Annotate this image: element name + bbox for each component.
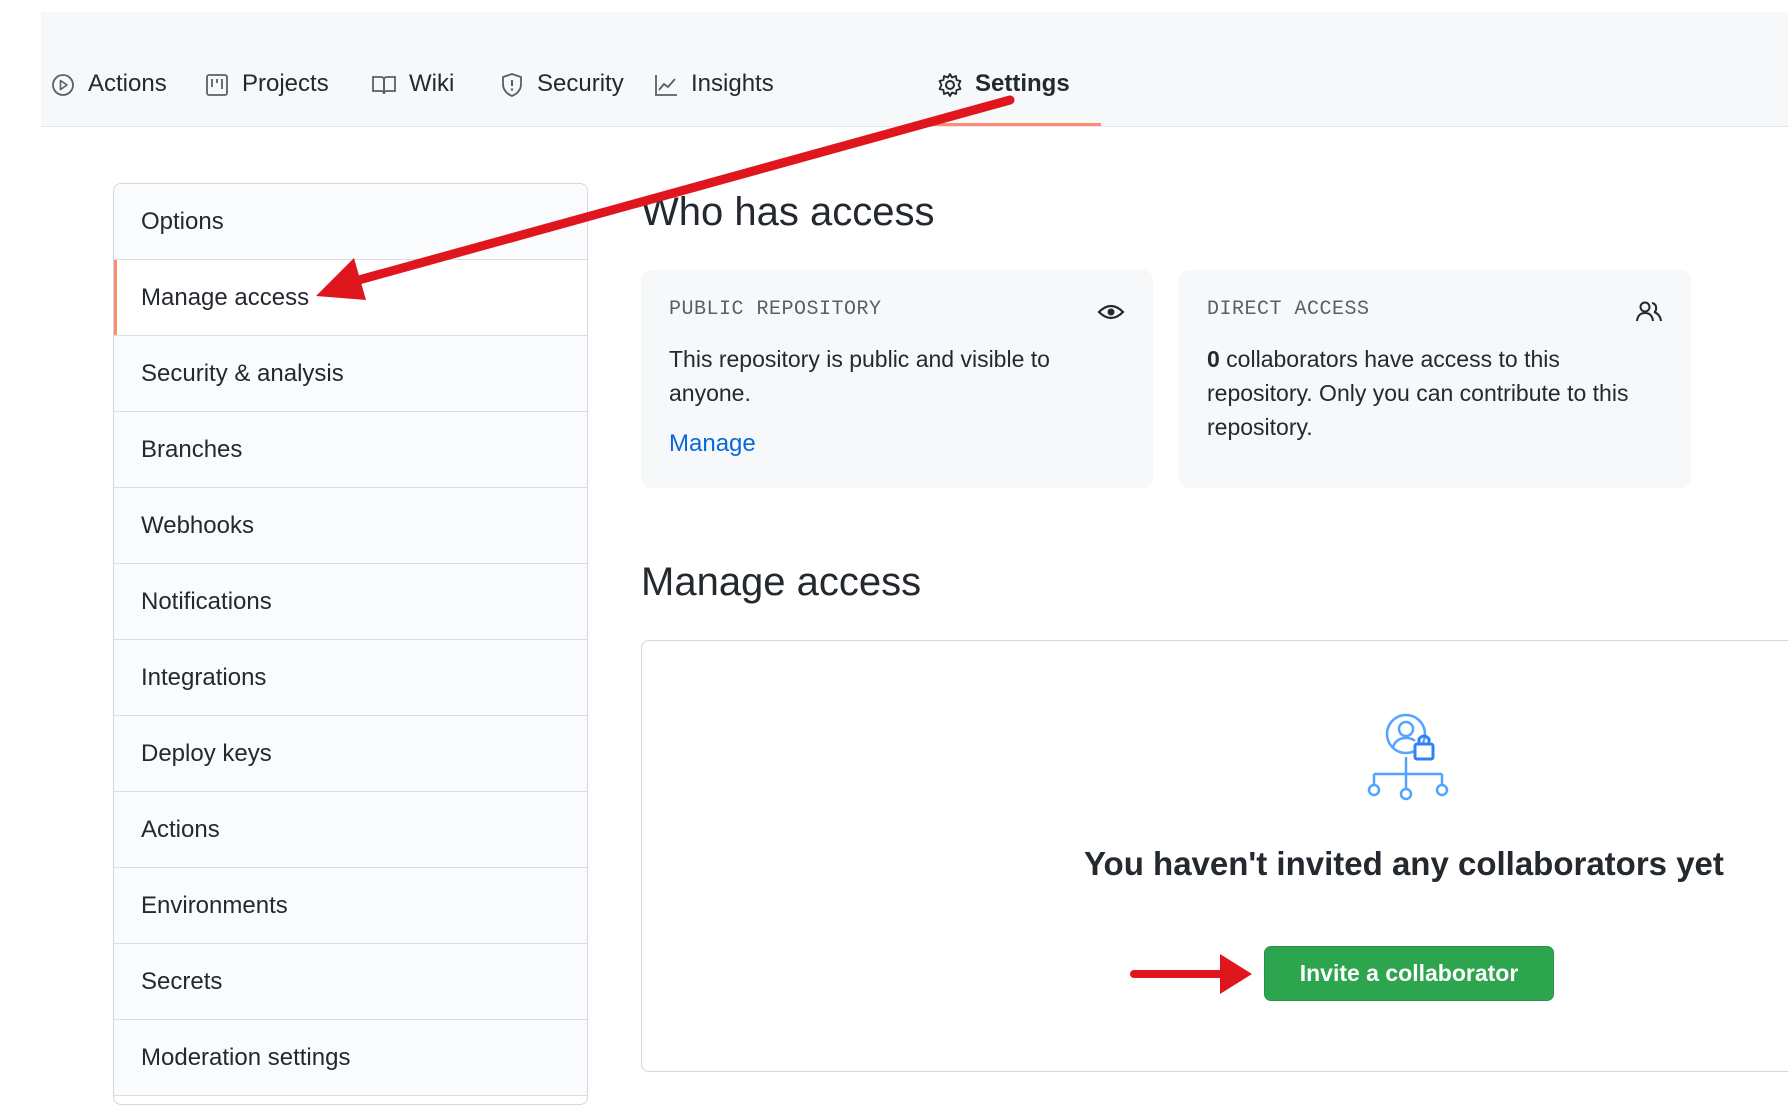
- sidebar-item-environments[interactable]: Environments: [114, 868, 587, 944]
- tab-security[interactable]: Security: [499, 70, 624, 126]
- play-icon: [50, 72, 76, 98]
- tab-settings[interactable]: Settings: [937, 70, 1070, 126]
- sidebar-item-security-analysis[interactable]: Security & analysis: [114, 336, 587, 412]
- tab-label: Insights: [691, 70, 774, 97]
- sidebar-item-branches[interactable]: Branches: [114, 412, 587, 488]
- sidebar-item-integrations[interactable]: Integrations: [114, 640, 587, 716]
- sidebar-item-secrets[interactable]: Secrets: [114, 944, 587, 1020]
- sidebar-item-manage-access[interactable]: Manage access: [114, 260, 587, 336]
- manage-access-heading: Manage access: [641, 560, 922, 604]
- sidebar-item-actions[interactable]: Actions: [114, 792, 587, 868]
- tab-wiki[interactable]: Wiki: [371, 70, 454, 126]
- invite-collaborator-button[interactable]: Invite a collaborator: [1264, 946, 1554, 1001]
- selected-tab-underline: [911, 123, 1101, 126]
- collaborator-lock-icon: [1364, 712, 1454, 802]
- tab-label: Actions: [88, 70, 167, 97]
- public-repository-card: PUBLIC REPOSITORY This repository is pub…: [641, 270, 1153, 488]
- project-icon: [204, 72, 230, 98]
- card-label: PUBLIC REPOSITORY: [669, 298, 882, 321]
- card-text: This repository is public and visible to…: [669, 346, 1050, 406]
- manage-visibility-link[interactable]: Manage: [669, 430, 756, 458]
- direct-access-card: DIRECT ACCESS 0 collaborators have acces…: [1179, 270, 1691, 488]
- people-icon: [1635, 298, 1663, 326]
- tab-projects[interactable]: Projects: [204, 70, 329, 126]
- collaborator-count: 0: [1207, 346, 1220, 372]
- sidebar-item-notifications[interactable]: Notifications: [114, 564, 587, 640]
- sidebar-item-moderation-settings[interactable]: Moderation settings: [114, 1020, 587, 1096]
- tab-label: Settings: [975, 70, 1070, 97]
- empty-state-title: You haven't invited any collaborators ye…: [1084, 845, 1724, 882]
- tab-label: Security: [537, 70, 624, 97]
- graph-icon: [653, 72, 679, 98]
- sidebar-item-options[interactable]: Options: [114, 184, 587, 260]
- tab-insights[interactable]: Insights: [653, 70, 774, 126]
- who-has-access-heading: Who has access: [641, 190, 935, 234]
- eye-icon: [1097, 298, 1125, 326]
- settings-sidebar: Options Manage access Security & analysi…: [113, 183, 588, 1105]
- tab-label: Wiki: [409, 70, 455, 97]
- card-text: 0 collaborators have access to this repo…: [1207, 342, 1657, 444]
- sidebar-item-deploy-keys[interactable]: Deploy keys: [114, 716, 587, 792]
- sidebar-item-webhooks[interactable]: Webhooks: [114, 488, 587, 564]
- gear-icon: [937, 72, 963, 98]
- direct-access-description: collaborators have access to this reposi…: [1207, 346, 1629, 440]
- card-label: DIRECT ACCESS: [1207, 298, 1370, 321]
- book-icon: [371, 72, 397, 98]
- tab-label: Projects: [242, 70, 329, 97]
- tab-actions[interactable]: Actions: [50, 70, 167, 126]
- shield-icon: [499, 72, 525, 98]
- repo-nav: Actions Projects Wiki Security Insights …: [41, 12, 1788, 127]
